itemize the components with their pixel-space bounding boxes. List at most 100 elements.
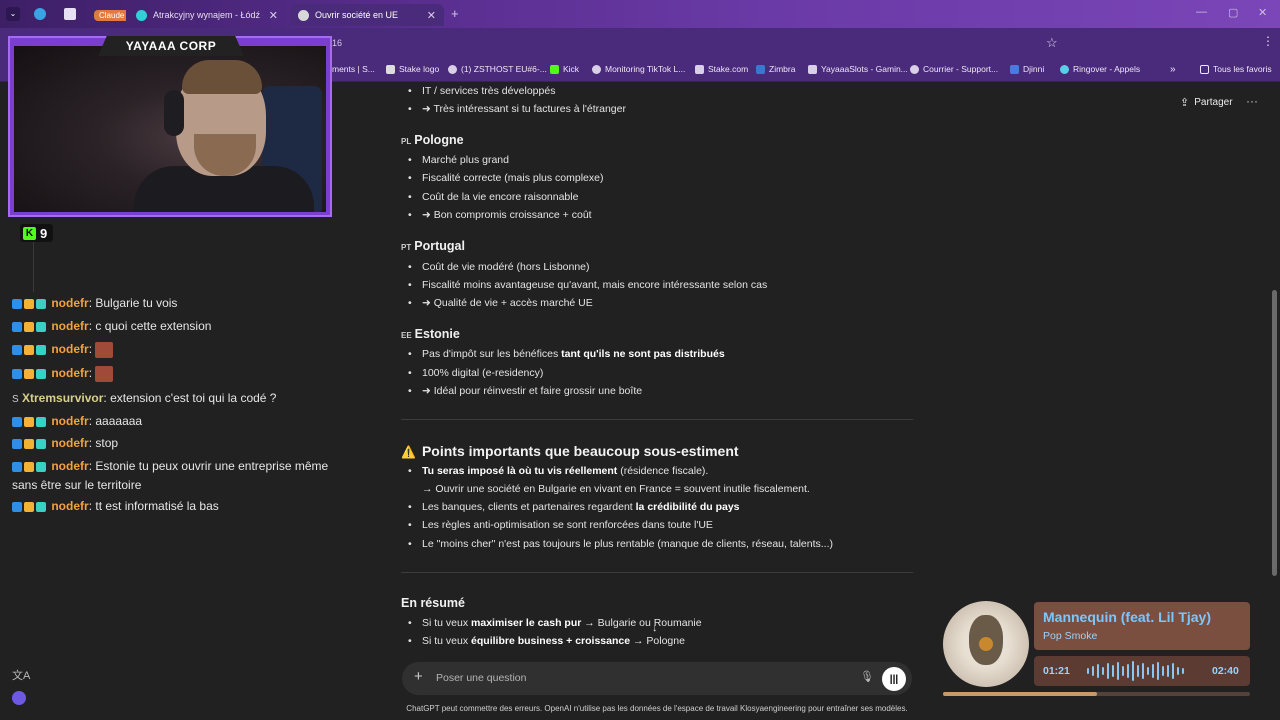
total-time: 02:40 <box>1212 665 1239 677</box>
waveform-bar <box>1177 667 1179 675</box>
list-item: Fiscalité moins avantageuse qu'avant, ma… <box>408 279 767 291</box>
voice-mode-button[interactable]: ||| <box>882 667 906 691</box>
bookmark-icon <box>808 64 817 74</box>
waveform-bar <box>1087 668 1089 674</box>
claude-label: Claude <box>94 9 126 21</box>
chat-text: Bulgarie tu vois <box>95 296 178 310</box>
scrollbar[interactable] <box>1272 290 1277 576</box>
chat-message: nodefr: <box>12 364 352 383</box>
bookmark-item[interactable]: (1) ZSTHOST EU#6-... <box>448 64 547 74</box>
chat-username[interactable]: nodefr <box>51 414 88 428</box>
list-item: Si tu veux maximiser le cash pur → Bulga… <box>408 617 702 629</box>
list-item: Pas d'impôt sur les bénéfices tant qu'il… <box>408 348 725 360</box>
waveform-bar <box>1152 664 1154 678</box>
chat-username[interactable]: nodefr <box>51 499 88 513</box>
chatgpt-favicon-icon <box>298 9 309 21</box>
bookmark-item[interactable]: Stake.com <box>695 64 748 74</box>
close-window-icon[interactable]: ✕ <box>1258 6 1267 19</box>
user-badges <box>12 341 48 359</box>
site-favicon-icon <box>136 9 147 21</box>
user-badges <box>12 458 48 476</box>
kick-logo-icon: K <box>23 226 36 240</box>
chat-text: aaaaaaa <box>95 414 143 428</box>
scroll-down-icon[interactable]: ↓ <box>652 622 658 634</box>
bookmark-item[interactable]: Monitoring TikTok L... <box>592 64 685 74</box>
more-bookmarks-icon[interactable]: » <box>1170 64 1176 75</box>
pinned-tab-icon[interactable] <box>64 8 76 20</box>
close-tab-icon[interactable]: ✕ <box>421 9 436 22</box>
tab-claude[interactable]: Claude <box>86 4 126 26</box>
user-badges <box>12 295 48 313</box>
section-heading-points: ⚠️ Points importants que beaucoup sous-es… <box>401 443 739 459</box>
emote-image <box>95 365 114 382</box>
bookmark-item[interactable]: Ringover - Appels <box>1060 64 1140 74</box>
tab-atrakcyjny[interactable]: Atrakcyjny wynajem - Łódź - sp ✕ <box>128 4 286 26</box>
list-item: ➜ Très intéressant si tu factures à l'ét… <box>408 103 626 115</box>
chat-username[interactable]: nodefr <box>51 296 88 310</box>
bookmark-item[interactable]: Zimbra <box>756 64 795 74</box>
bookmark-item[interactable]: Kick <box>550 64 579 74</box>
tab-label: Ouvrir société en UE <box>315 10 399 20</box>
waveform-bar <box>1172 663 1174 679</box>
prompt-composer[interactable]: + Poser une question 🎙 ||| <box>402 662 912 695</box>
list-item: Si tu veux équilibre business + croissan… <box>408 635 685 647</box>
list-item: ➜ Idéal pour réinvestir et faire grossir… <box>408 385 642 397</box>
chat-message: S Xtremsurvivor: extension c'est toi qui… <box>12 391 277 405</box>
chat-message: nodefr: <box>12 340 352 359</box>
list-item: Fiscalité correcte (mais plus complexe) <box>408 172 604 184</box>
viewer-count: 9 <box>40 225 48 241</box>
user-badges <box>12 498 48 516</box>
waveform-bar <box>1127 664 1129 678</box>
folder-icon <box>1200 64 1209 74</box>
disclaimer-text: ChatGPT peut commettre des erreurs. Open… <box>406 704 908 713</box>
list-item: ➜ Bon compromis croissance + coût <box>408 209 592 221</box>
add-attachment-icon[interactable]: + <box>414 668 423 685</box>
waveform-bar <box>1142 663 1144 679</box>
share-button[interactable]: ⇪ Partager <box>1180 96 1233 109</box>
all-bookmarks[interactable]: Tous les favoris <box>1200 64 1272 74</box>
more-options-icon[interactable]: ··· <box>1246 94 1258 108</box>
chat-username[interactable]: nodefr <box>51 436 88 450</box>
bookmark-item[interactable]: Courrier - Support... <box>910 64 998 74</box>
chat-username[interactable]: Xtremsurvivor <box>22 391 103 405</box>
microphone-icon[interactable]: 🎙 <box>860 670 874 683</box>
section-heading-portugal: PT Portugal <box>401 239 465 253</box>
bookmark-item[interactable]: ments | S... <box>332 64 375 74</box>
minimize-icon[interactable]: — <box>1196 6 1207 18</box>
list-item: Les règles anti-optimisation se sont ren… <box>408 519 713 531</box>
country-code: EE <box>401 331 412 340</box>
bookmark-item[interactable]: Stake logo <box>386 64 439 74</box>
prompt-input[interactable]: Poser une question <box>436 672 526 684</box>
user-badges <box>12 435 48 453</box>
maximize-icon[interactable]: ▢ <box>1228 6 1238 19</box>
user-badges <box>12 365 48 383</box>
chat-username[interactable]: nodefr <box>51 342 88 356</box>
waveform-bar <box>1097 664 1099 678</box>
divider <box>401 572 913 573</box>
chat-username[interactable]: nodefr <box>51 459 88 473</box>
chat-username[interactable]: nodefr <box>51 319 88 333</box>
djinni-icon <box>1010 64 1019 74</box>
shield-icon[interactable] <box>12 691 26 705</box>
list-item: Tu seras imposé là où tu vis réellement … <box>408 465 708 477</box>
close-tab-icon[interactable]: ✕ <box>263 9 278 22</box>
share-icon: ⇪ <box>1180 97 1190 109</box>
tab-search-button[interactable]: ⌄ <box>6 7 20 21</box>
menu-icon[interactable]: ⋮ <box>1262 34 1274 48</box>
address-fragment[interactable]: 16 <box>332 38 342 48</box>
waveform-bar <box>1137 665 1139 677</box>
translate-icon[interactable]: 文A <box>12 667 30 683</box>
list-item: Coût de vie modéré (hors Lisbonne) <box>408 261 589 273</box>
divider <box>33 242 34 292</box>
tab-ouvrir-societe[interactable]: Ouvrir société en UE ✕ <box>290 4 444 26</box>
webcam-video <box>14 46 326 212</box>
section-heading-estonie: EE Estonie <box>401 327 460 341</box>
chat-username[interactable]: nodefr <box>51 366 88 380</box>
bookmark-star-icon[interactable]: ☆ <box>1046 35 1058 51</box>
telegram-icon[interactable] <box>34 8 46 20</box>
bookmark-item[interactable]: YayaaaSlots - Gamin... <box>808 64 908 74</box>
bookmark-icon <box>695 64 704 74</box>
chat-text: tt est informatisé la bas <box>95 499 219 513</box>
new-tab-button[interactable]: + <box>451 6 459 21</box>
bookmark-item[interactable]: Djinni <box>1010 64 1044 74</box>
